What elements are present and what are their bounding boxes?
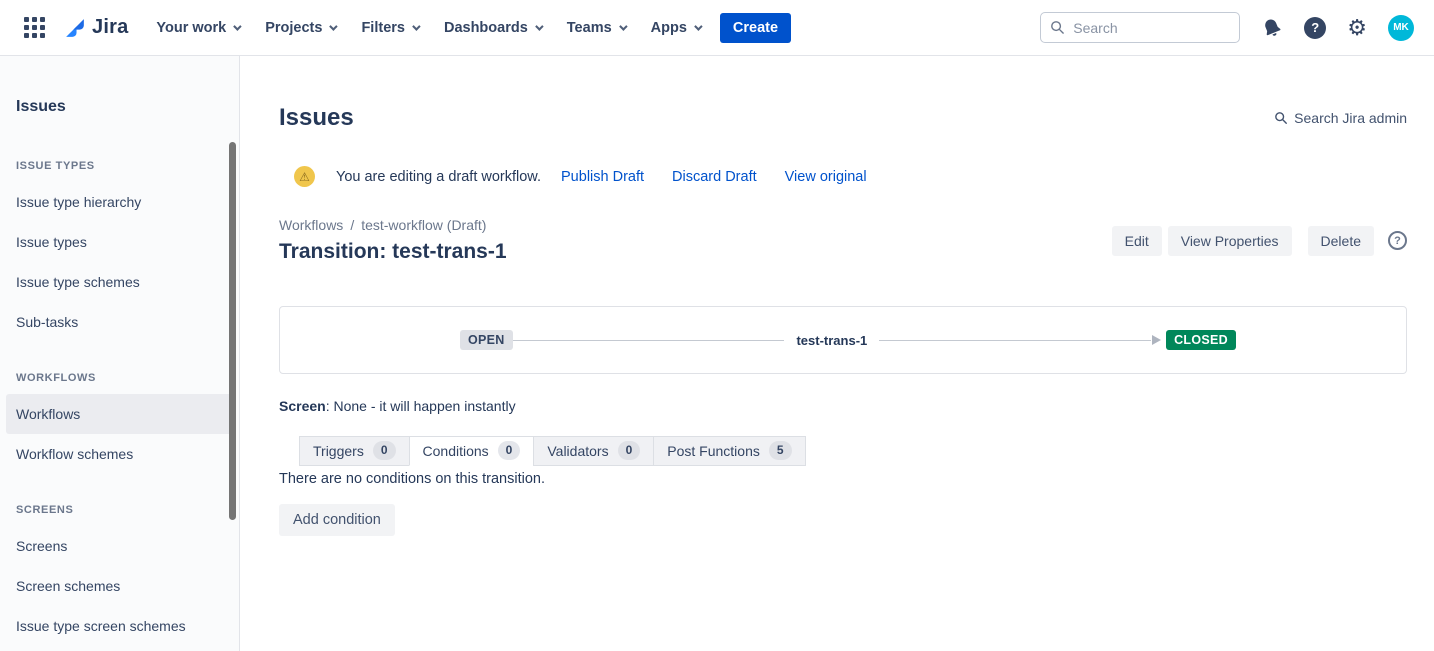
screen-info-label: Screen [279, 398, 326, 414]
nav-your-work[interactable]: Your work [146, 12, 249, 44]
tab-conditions-count: 0 [498, 441, 521, 460]
help-icon[interactable]: ? [1304, 17, 1326, 39]
add-condition-button[interactable]: Add condition [279, 504, 395, 536]
transition-line [879, 340, 1151, 341]
sidebar-group-issue-types: ISSUE TYPES [16, 160, 223, 172]
nav-filters[interactable]: Filters [351, 12, 428, 44]
transition-label: test-trans-1 [796, 333, 867, 348]
global-search [1040, 12, 1240, 43]
tab-triggers[interactable]: Triggers 0 [299, 436, 410, 466]
chevron-down-icon [412, 22, 420, 30]
sidebar-scrollbar[interactable] [229, 142, 236, 520]
chevron-down-icon [233, 22, 241, 30]
breadcrumb: Workflows/test-workflow (Draft) [279, 217, 507, 233]
sidebar-item-workflows[interactable]: Workflows [6, 394, 235, 434]
arrow-right-icon [1152, 335, 1161, 345]
sidebar-title: Issues [16, 98, 223, 116]
search-icon [1274, 111, 1288, 125]
page-title: Issues [279, 104, 354, 132]
sidebar-item-sub-tasks[interactable]: Sub-tasks [16, 302, 223, 342]
tab-validators[interactable]: Validators 0 [533, 436, 654, 466]
edit-button[interactable]: Edit [1112, 226, 1162, 256]
create-button[interactable]: Create [720, 13, 791, 43]
sidebar-item-issue-types[interactable]: Issue types [16, 222, 223, 262]
view-original-link[interactable]: View original [785, 169, 867, 185]
chevron-down-icon [330, 22, 338, 30]
top-navigation-bar: Jira Your work Projects Filters Dashboar… [0, 0, 1434, 56]
search-input[interactable] [1040, 12, 1240, 43]
search-jira-admin-link[interactable]: Search Jira admin [1274, 110, 1407, 126]
sidebar-item-screen-schemes[interactable]: Screen schemes [16, 566, 223, 606]
chevron-down-icon [694, 22, 702, 30]
no-conditions-message: There are no conditions on this transiti… [279, 471, 1407, 487]
settings-gear-icon[interactable]: ⚙ [1347, 17, 1367, 39]
status-badge-open: OPEN [460, 330, 513, 350]
jira-logo[interactable]: Jira [63, 15, 128, 40]
nav-teams[interactable]: Teams [557, 12, 635, 44]
nav-projects[interactable]: Projects [255, 12, 345, 44]
screen-info: Screen: None - it will happen instantly [279, 398, 1407, 414]
transition-tabs: Triggers 0 Conditions 0 Validators 0 Pos… [299, 436, 1407, 466]
view-properties-button[interactable]: View Properties [1168, 226, 1292, 256]
sidebar-group-screens: SCREENS [16, 504, 223, 516]
chevron-down-icon [535, 22, 543, 30]
search-icon [1050, 20, 1065, 35]
warning-icon: ⚠ [294, 166, 315, 187]
main-content: Issues Search Jira admin ⚠ You are editi… [240, 56, 1434, 651]
publish-draft-link[interactable]: Publish Draft [561, 169, 644, 185]
screen-info-value: : None - it will happen instantly [326, 398, 516, 414]
tab-conditions[interactable]: Conditions 0 [409, 436, 535, 466]
sidebar-item-issue-type-schemes[interactable]: Issue type schemes [16, 262, 223, 302]
tab-post-functions[interactable]: Post Functions 5 [653, 436, 805, 466]
user-avatar[interactable]: MK [1388, 15, 1414, 41]
nav-apps[interactable]: Apps [641, 12, 710, 44]
sidebar-item-screens[interactable]: Screens [16, 526, 223, 566]
jira-logo-icon [63, 15, 88, 40]
sidebar-item-issue-type-screen-schemes[interactable]: Issue type screen schemes [16, 606, 223, 646]
tab-triggers-count: 0 [373, 441, 396, 460]
draft-banner-message: You are editing a draft workflow. [336, 169, 541, 185]
delete-button[interactable]: Delete [1308, 226, 1374, 256]
admin-sidebar: Issues ISSUE TYPES Issue type hierarchy … [0, 56, 240, 651]
tab-validators-count: 0 [618, 441, 641, 460]
nav-dashboards[interactable]: Dashboards [434, 12, 551, 44]
tab-post-functions-count: 5 [769, 441, 792, 460]
breadcrumb-current: test-workflow (Draft) [361, 217, 486, 233]
draft-workflow-banner: ⚠ You are editing a draft workflow. Publ… [279, 166, 1407, 187]
transition-diagram: OPEN test-trans-1 CLOSED [279, 306, 1407, 374]
primary-nav: Your work Projects Filters Dashboards Te… [146, 12, 710, 44]
app-switcher-icon[interactable] [16, 9, 53, 46]
sidebar-item-workflow-schemes[interactable]: Workflow schemes [16, 434, 223, 474]
help-question-icon[interactable]: ? [1388, 231, 1407, 250]
transition-heading: Transition: test-trans-1 [279, 240, 507, 264]
notifications-bell-icon[interactable] [1258, 13, 1287, 42]
discard-draft-link[interactable]: Discard Draft [672, 169, 757, 185]
jira-logo-text: Jira [92, 16, 128, 39]
sidebar-group-workflows: WORKFLOWS [16, 372, 223, 384]
breadcrumb-workflows[interactable]: Workflows [279, 217, 343, 233]
chevron-down-icon [619, 22, 627, 30]
status-badge-closed: CLOSED [1166, 330, 1236, 350]
transition-line [513, 340, 785, 341]
sidebar-item-issue-type-hierarchy[interactable]: Issue type hierarchy [16, 182, 223, 222]
